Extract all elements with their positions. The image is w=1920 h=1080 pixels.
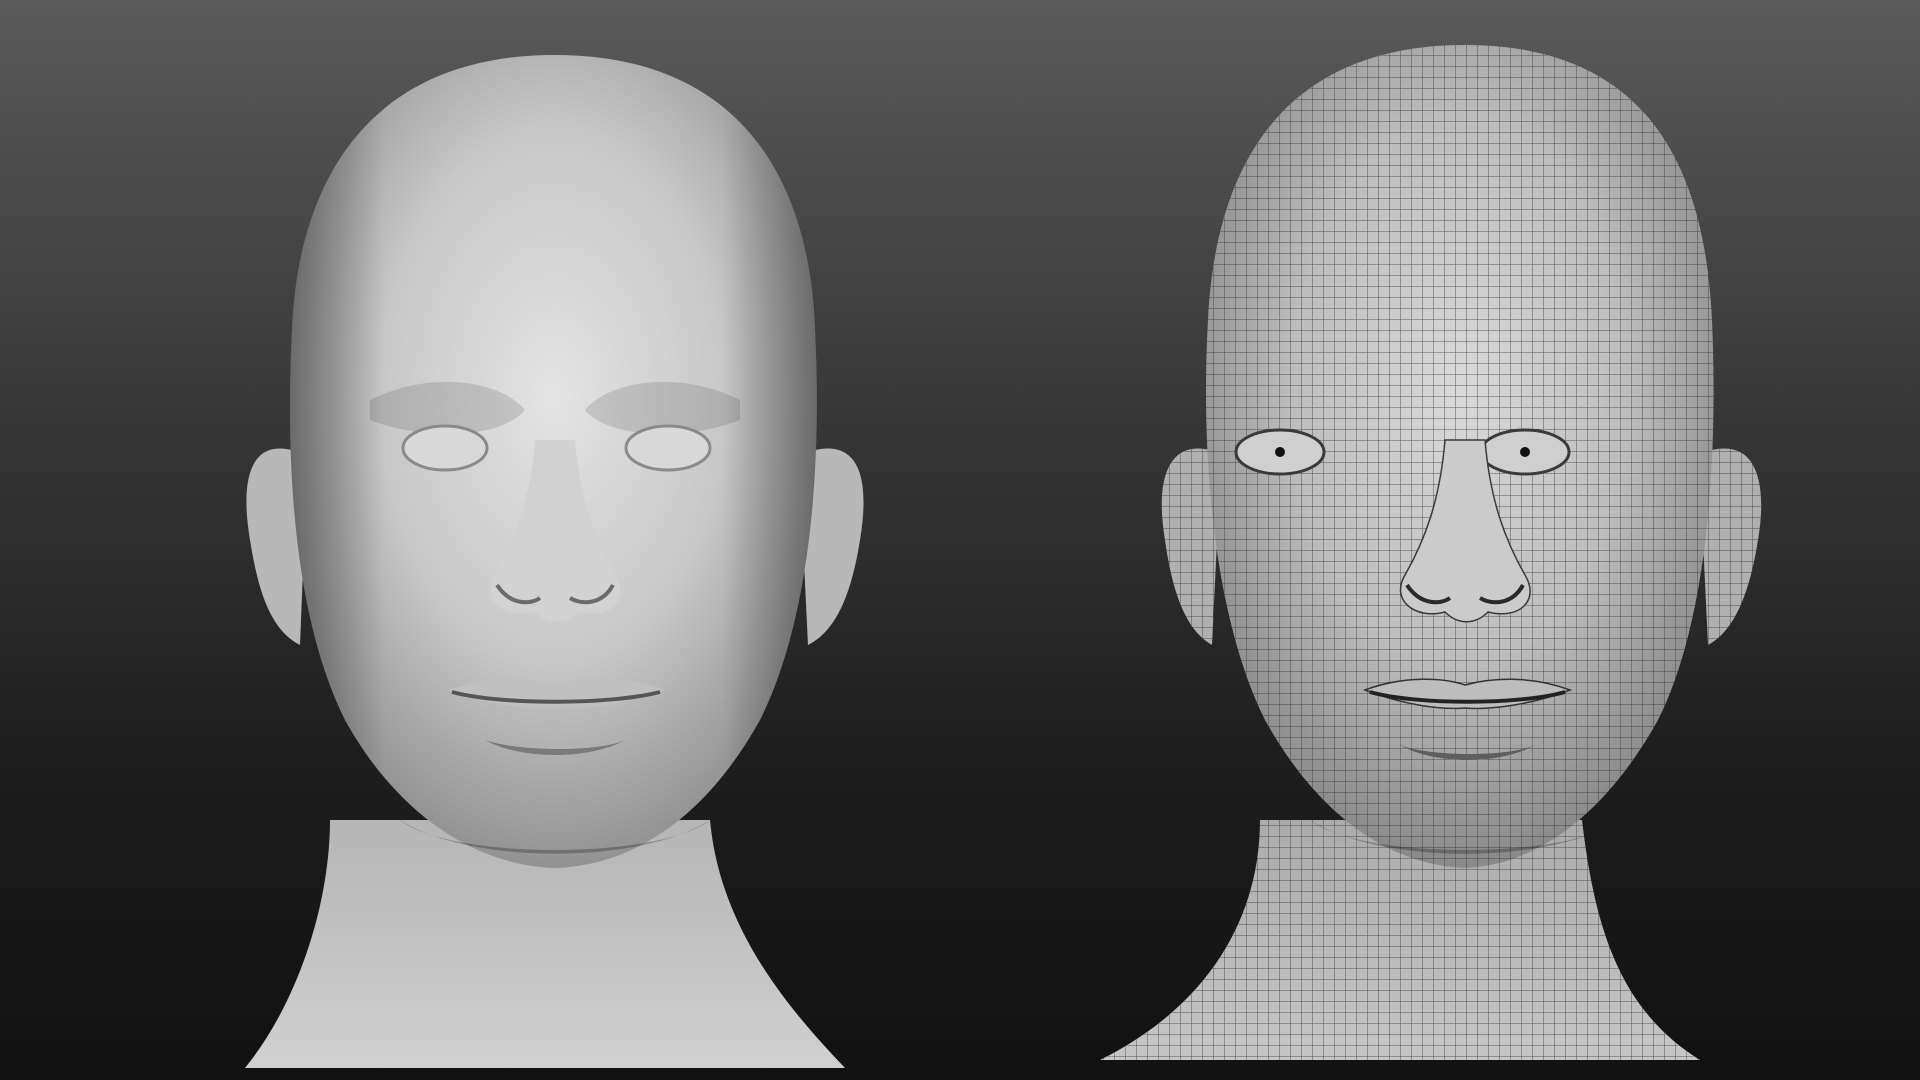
left-eye <box>401 424 489 472</box>
head-shaded <box>245 55 864 1068</box>
head-wireframe <box>1100 45 1762 1060</box>
3d-viewport[interactable] <box>0 0 1920 1080</box>
head-render-shaded <box>0 0 960 1080</box>
head-shaded-svg <box>245 55 864 1068</box>
right-eye <box>624 424 712 472</box>
head-wireframe-svg <box>1100 45 1762 1060</box>
head-render-wireframe <box>960 0 1920 1080</box>
